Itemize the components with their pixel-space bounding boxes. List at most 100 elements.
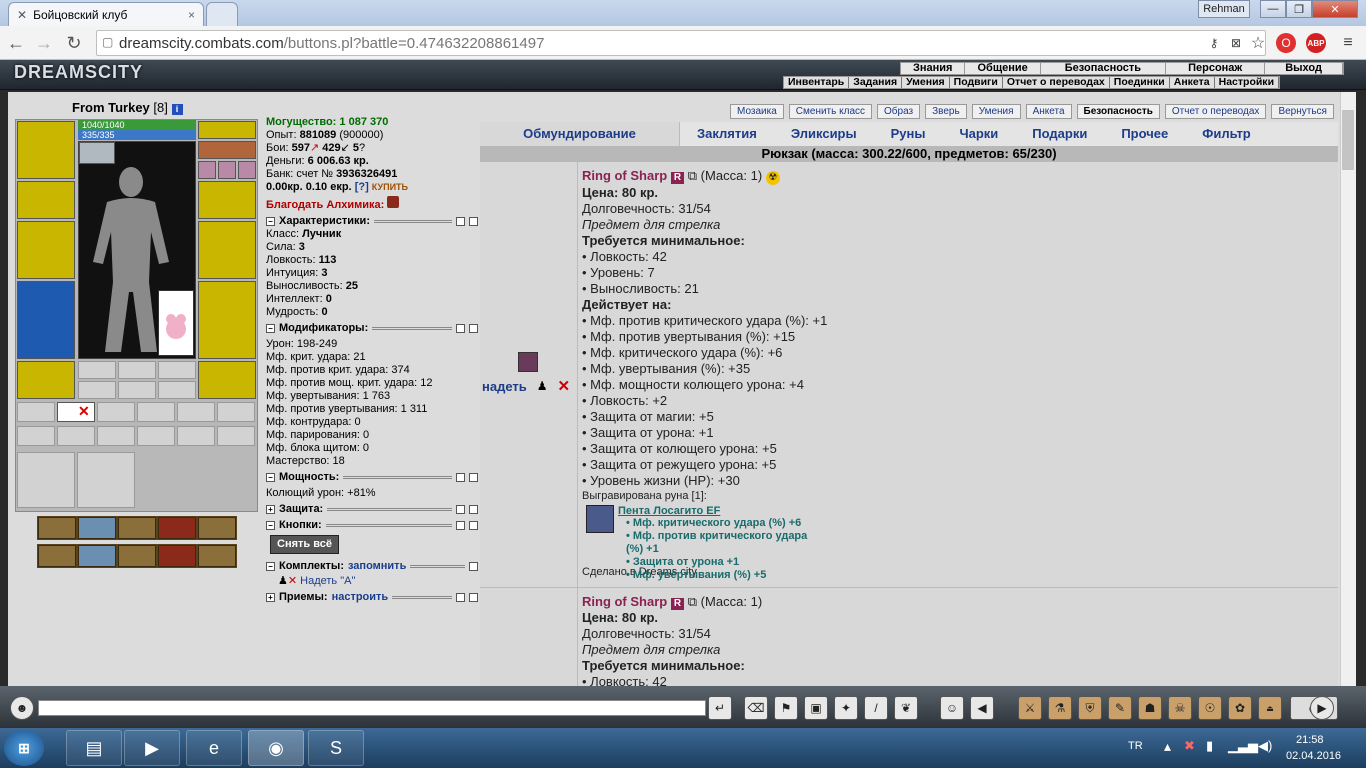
collapse-icon[interactable]: − bbox=[266, 521, 275, 530]
rune-slot-1[interactable] bbox=[78, 361, 116, 379]
take-off-all-button[interactable]: Снять всё bbox=[270, 535, 339, 554]
group-icon[interactable]: ☉ bbox=[1198, 696, 1222, 720]
tab-filter[interactable]: Фильтр bbox=[1185, 122, 1268, 146]
wear-link[interactable]: надеть bbox=[482, 379, 527, 394]
submenu-skills[interactable]: Умения bbox=[902, 77, 950, 88]
play-icon[interactable]: ▶ bbox=[1310, 696, 1334, 720]
tab-elixirs[interactable]: Эликсиры bbox=[774, 122, 874, 146]
remember-set-link[interactable]: запомнить bbox=[348, 560, 406, 573]
quick-slot-2[interactable] bbox=[78, 517, 116, 539]
start-button-icon[interactable]: ⊞ bbox=[4, 730, 44, 766]
network-error-icon[interactable]: ✖ bbox=[1184, 738, 1195, 754]
submenu-feats[interactable]: Подвиги bbox=[950, 77, 1003, 88]
back-arrow-icon[interactable]: ← bbox=[4, 31, 28, 55]
minimize-icon[interactable] bbox=[456, 593, 465, 602]
forward-arrow-icon[interactable]: → bbox=[32, 31, 56, 55]
info-icon[interactable]: i bbox=[171, 104, 183, 115]
minimize-icon[interactable] bbox=[456, 324, 465, 333]
scroll-icon[interactable]: ✎ bbox=[1108, 696, 1132, 720]
collapse-icon[interactable]: − bbox=[266, 473, 275, 482]
menu-social[interactable]: Общение bbox=[965, 63, 1041, 74]
subnav-mosaic[interactable]: Мозаика bbox=[730, 104, 784, 119]
send-icon[interactable]: ↵ bbox=[708, 696, 732, 720]
item-name[interactable]: Ring of Sharp bbox=[582, 168, 667, 183]
subnav-beast[interactable]: Зверь bbox=[925, 104, 967, 119]
subnav-return[interactable]: Вернуться bbox=[1271, 104, 1334, 119]
rune-slot-4[interactable] bbox=[78, 381, 116, 399]
clock-date[interactable]: 02.04.2016 bbox=[1286, 750, 1341, 762]
bag-slot-1[interactable] bbox=[17, 452, 75, 508]
item-name[interactable]: Ring of Sharp bbox=[582, 594, 667, 609]
buttons-header[interactable]: − Кнопки: bbox=[266, 519, 478, 532]
bag-slot-2[interactable] bbox=[77, 452, 135, 508]
language-indicator[interactable]: TR bbox=[1128, 740, 1143, 752]
opera-icon[interactable]: O bbox=[1276, 33, 1296, 53]
offhand-slot[interactable] bbox=[198, 221, 256, 279]
tricks-header[interactable]: + Приемы: настроить bbox=[266, 591, 478, 604]
helmet-slot[interactable] bbox=[17, 121, 75, 179]
sets-header[interactable]: − Комплекты: запомнить bbox=[266, 560, 478, 573]
maximize-button[interactable]: ❐ bbox=[1286, 0, 1312, 18]
pocket-slot-2[interactable]: ✕ bbox=[57, 402, 95, 422]
skype-icon[interactable]: S bbox=[308, 730, 364, 766]
collapse-icon[interactable]: − bbox=[266, 324, 275, 333]
modifiers-header[interactable]: − Модификаторы: bbox=[266, 322, 478, 335]
menu-exit[interactable]: Выход bbox=[1265, 63, 1343, 74]
clock-time[interactable]: 21:58 bbox=[1296, 734, 1324, 746]
item-thumbnail[interactable] bbox=[518, 352, 538, 372]
belt-slot[interactable] bbox=[17, 361, 75, 399]
reload-icon[interactable]: ↻ bbox=[62, 31, 86, 55]
minimize-icon[interactable] bbox=[456, 473, 465, 482]
shield-icon[interactable]: ⛨ bbox=[1078, 696, 1102, 720]
menu-security[interactable]: Безопасность bbox=[1041, 63, 1167, 74]
mirror-slot[interactable] bbox=[79, 142, 115, 164]
ie-icon[interactable]: e bbox=[186, 730, 242, 766]
minimize-icon[interactable] bbox=[456, 217, 465, 226]
speaker-icon[interactable]: ◀ bbox=[970, 696, 994, 720]
scroll-thumb[interactable] bbox=[1342, 110, 1354, 170]
quick-slot-1[interactable] bbox=[38, 517, 76, 539]
chrome-icon[interactable]: ◉ bbox=[248, 730, 304, 766]
mask-icon[interactable]: ☠ bbox=[1168, 696, 1192, 720]
pet-portrait[interactable] bbox=[158, 290, 194, 356]
pocket-slot-5[interactable] bbox=[177, 402, 215, 422]
expand-icon[interactable] bbox=[469, 473, 478, 482]
gloves-slot[interactable] bbox=[198, 181, 256, 219]
tray-arrow-icon[interactable]: ▴ bbox=[1164, 738, 1171, 755]
rune-slot-3[interactable] bbox=[158, 361, 196, 379]
pocket-slot-1[interactable] bbox=[17, 402, 55, 422]
slash-icon[interactable]: / bbox=[864, 696, 888, 720]
smiley-icon[interactable]: ☺ bbox=[940, 696, 964, 720]
expand-icon[interactable] bbox=[469, 593, 478, 602]
boots-slot[interactable] bbox=[198, 361, 256, 399]
chat-head-icon[interactable]: ☻ bbox=[10, 696, 34, 720]
filter-icon[interactable]: ⚑ bbox=[774, 696, 798, 720]
eraser-icon[interactable]: ⌫ bbox=[744, 696, 768, 720]
quick-slot-6[interactable] bbox=[38, 545, 76, 567]
tab-runes[interactable]: Руны bbox=[874, 122, 943, 146]
quick-slot-9[interactable] bbox=[158, 545, 196, 567]
submenu-settings[interactable]: Настройки bbox=[1215, 77, 1280, 88]
chat-input[interactable] bbox=[38, 700, 706, 716]
pocket-slot-11[interactable] bbox=[177, 426, 215, 446]
buy-button[interactable]: КУПИТЬ bbox=[372, 182, 408, 192]
characteristics-header[interactable]: − Характеристики: bbox=[266, 215, 478, 228]
close-window-button[interactable]: ✕ bbox=[1312, 0, 1358, 18]
browser-tab-active[interactable]: ✕ Бойцовский клуб × bbox=[8, 2, 204, 26]
exit-icon[interactable]: ⏏ bbox=[1258, 696, 1282, 720]
pocket-slot-6[interactable] bbox=[217, 402, 255, 422]
save-icon[interactable]: ▣ bbox=[804, 696, 828, 720]
menu-character[interactable]: Персонаж bbox=[1166, 63, 1266, 74]
defense-header[interactable]: + Защита: bbox=[266, 503, 478, 516]
potion-icon[interactable]: ⚗ bbox=[1048, 696, 1072, 720]
pocket-slot-4[interactable] bbox=[137, 402, 175, 422]
tab-spells[interactable]: Заклятия bbox=[680, 122, 774, 146]
pocket-slot-12[interactable] bbox=[217, 426, 255, 446]
address-bar[interactable]: ▢ dreamscity.combats.com/buttons.pl?batt… bbox=[96, 30, 1266, 56]
bracers-slot[interactable] bbox=[17, 181, 75, 219]
collapse-icon[interactable]: − bbox=[266, 562, 275, 571]
amulet-slot[interactable] bbox=[198, 141, 256, 159]
ring-slot-1[interactable] bbox=[198, 161, 216, 179]
subnav-change-class[interactable]: Сменить класс bbox=[788, 104, 872, 119]
quick-slot-4[interactable] bbox=[158, 517, 196, 539]
